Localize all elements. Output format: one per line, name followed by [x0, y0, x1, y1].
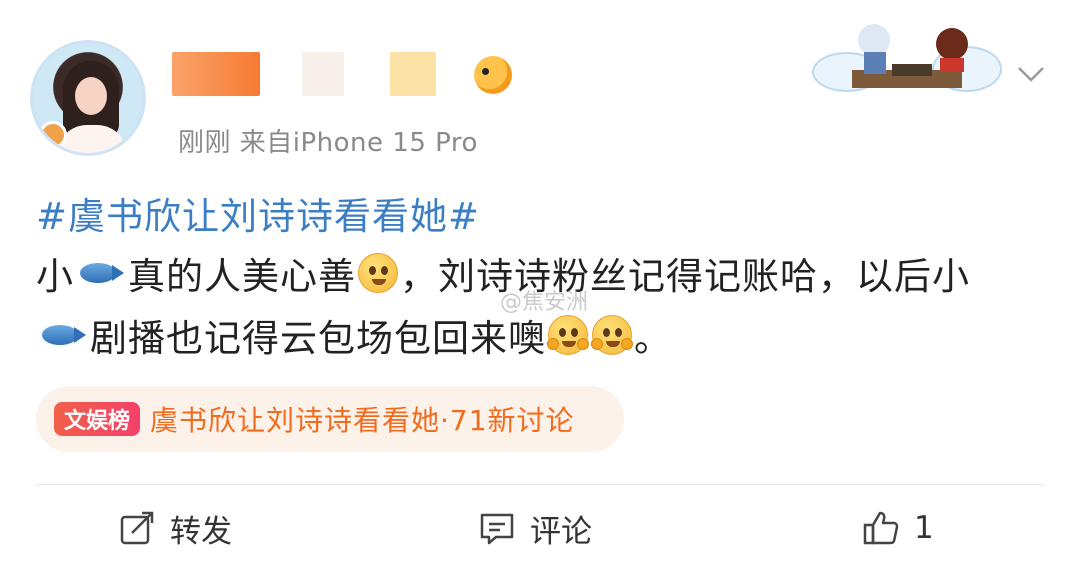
topic-badge: 文娱榜	[54, 402, 141, 436]
fish-emoji-icon	[76, 257, 126, 289]
username-blur-block	[390, 52, 436, 96]
user-avatar[interactable]	[30, 40, 146, 156]
topic-text: 虞书欣让刘诗诗看看她·71新讨论	[150, 404, 575, 437]
repost-button[interactable]: 转发	[118, 505, 232, 551]
like-count: 1	[914, 510, 934, 546]
username-blurred[interactable]	[172, 52, 512, 96]
hug-emoji-icon	[591, 315, 633, 355]
username-blur-block	[302, 52, 344, 96]
comment-icon	[480, 513, 514, 545]
comment-label: 评论	[530, 513, 592, 550]
username-blur-block	[172, 52, 260, 96]
topic-pill[interactable]: 文娱榜 虞书欣让刘诗诗看看她·71新讨论	[36, 386, 624, 452]
post-text: 小	[36, 255, 74, 298]
hashtag-link[interactable]: #虞书欣让刘诗诗看看她#	[36, 186, 480, 240]
chevron-down-icon[interactable]	[1016, 58, 1046, 88]
repost-icon	[120, 511, 154, 545]
fan-badge-icon[interactable]	[474, 56, 512, 94]
post-meta: 刚刚 来自iPhone 15 Pro	[178, 128, 478, 158]
hug-emoji-icon	[547, 315, 589, 355]
divider	[36, 484, 1044, 485]
comment-button[interactable]: 评论	[478, 505, 592, 551]
avatar-face	[75, 77, 107, 115]
thumbs-up-icon	[863, 511, 899, 545]
fish-emoji-icon	[38, 319, 88, 351]
post-text: 真的人美心善	[128, 255, 356, 298]
pleading-emoji-icon	[358, 253, 398, 293]
post-text-line-2: 剧播也记得云包场包回来噢 。	[36, 308, 672, 362]
like-button[interactable]: 1	[862, 505, 934, 551]
post-text: ，刘诗诗粉丝记得记账哈，以后小	[400, 255, 970, 298]
post-text: 剧播也记得云包场包回来噢	[90, 317, 546, 360]
repost-label: 转发	[170, 513, 232, 550]
watermark: @焦安洲	[500, 290, 589, 315]
card-decoration	[812, 20, 1002, 98]
avatar-pendant-icon	[39, 121, 67, 149]
post-text: 。	[634, 317, 672, 360]
